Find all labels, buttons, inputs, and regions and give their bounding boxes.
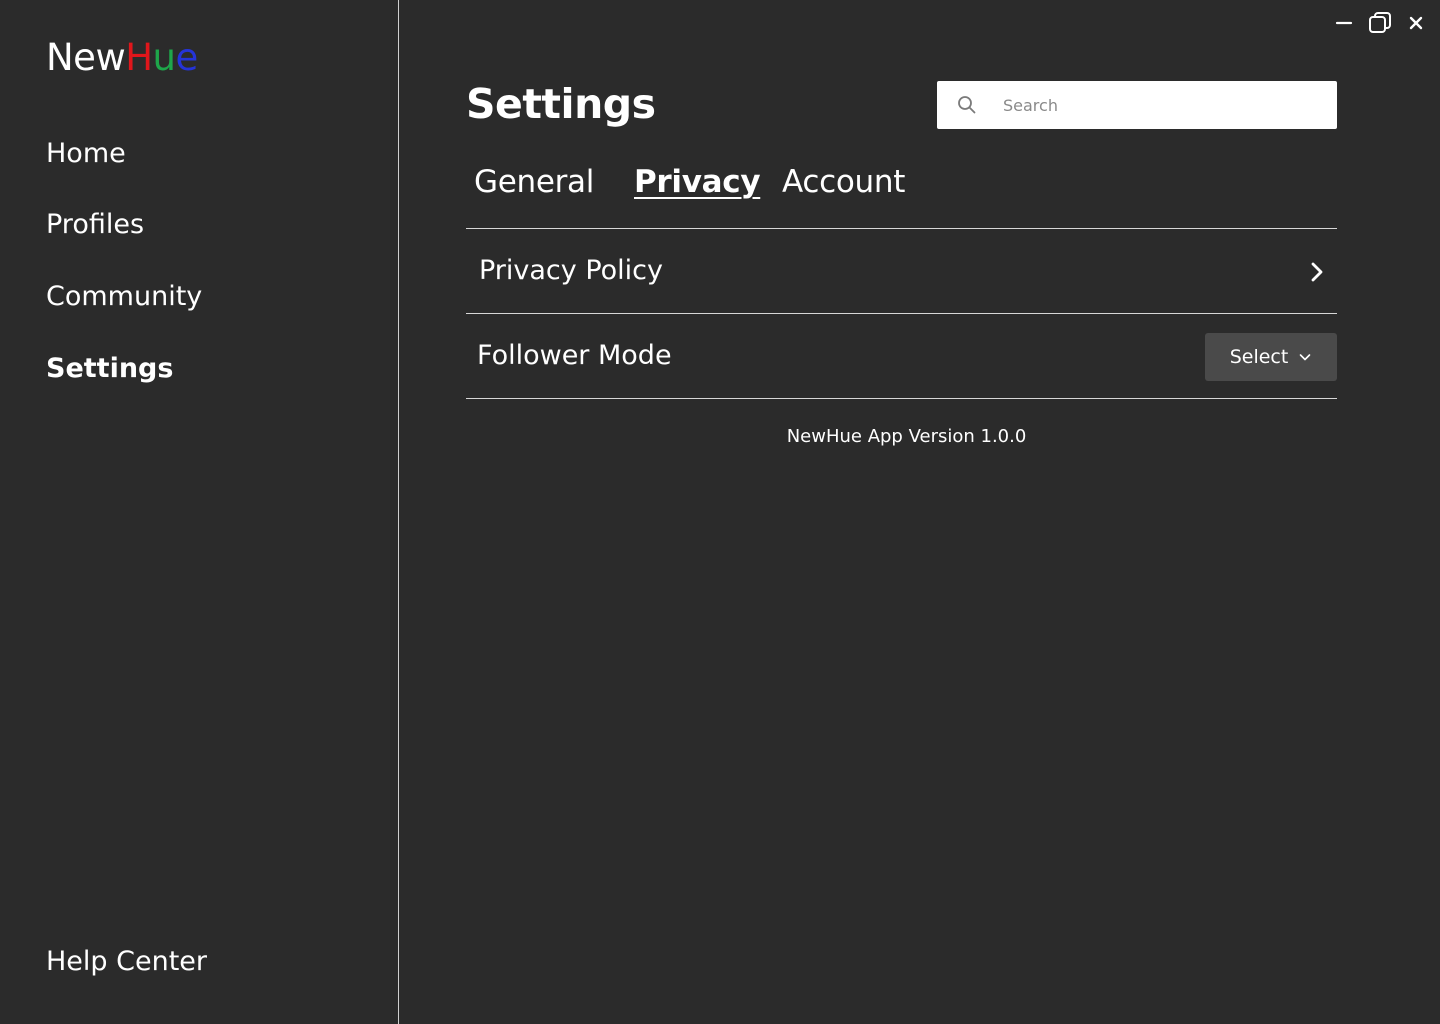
- logo-part-new: New: [46, 36, 126, 79]
- sidebar: NewHue Home Profiles Community Settings …: [0, 0, 399, 1024]
- search-icon: [957, 95, 977, 115]
- restore-icon[interactable]: [1367, 10, 1393, 36]
- sidebar-item-community[interactable]: Community: [46, 281, 202, 312]
- sidebar-item-profiles[interactable]: Profiles: [46, 209, 144, 240]
- logo-letter-e: e: [175, 36, 198, 79]
- tab-privacy[interactable]: Privacy: [634, 164, 761, 200]
- minimize-icon[interactable]: [1331, 10, 1357, 36]
- tab-general[interactable]: General: [474, 164, 594, 200]
- logo-letter-u: u: [152, 36, 176, 79]
- divider: [466, 313, 1337, 314]
- follower-mode-label: Follower Mode: [477, 340, 672, 371]
- app-logo: NewHue: [46, 36, 198, 79]
- privacy-policy-label[interactable]: Privacy Policy: [479, 255, 663, 286]
- follower-mode-select[interactable]: Select: [1205, 333, 1337, 381]
- divider: [466, 228, 1337, 229]
- logo-letter-h: H: [125, 36, 153, 79]
- sidebar-item-settings[interactable]: Settings: [46, 353, 173, 384]
- chevron-down-icon: [1300, 354, 1311, 361]
- divider: [466, 398, 1337, 399]
- page-title: Settings: [466, 80, 656, 128]
- tab-account[interactable]: Account: [782, 164, 905, 200]
- select-value: Select: [1229, 346, 1289, 368]
- sidebar-item-help-center[interactable]: Help Center: [46, 946, 207, 977]
- search-input[interactable]: [1003, 81, 1323, 129]
- app-version-text: NewHue App Version 1.0.0: [786, 426, 1027, 447]
- app-window: NewHue Home Profiles Community Settings …: [0, 0, 1440, 1024]
- sidebar-item-home[interactable]: Home: [46, 138, 126, 169]
- search-box[interactable]: [937, 81, 1337, 129]
- close-icon[interactable]: [1403, 10, 1429, 36]
- chevron-right-icon[interactable]: [1305, 260, 1329, 284]
